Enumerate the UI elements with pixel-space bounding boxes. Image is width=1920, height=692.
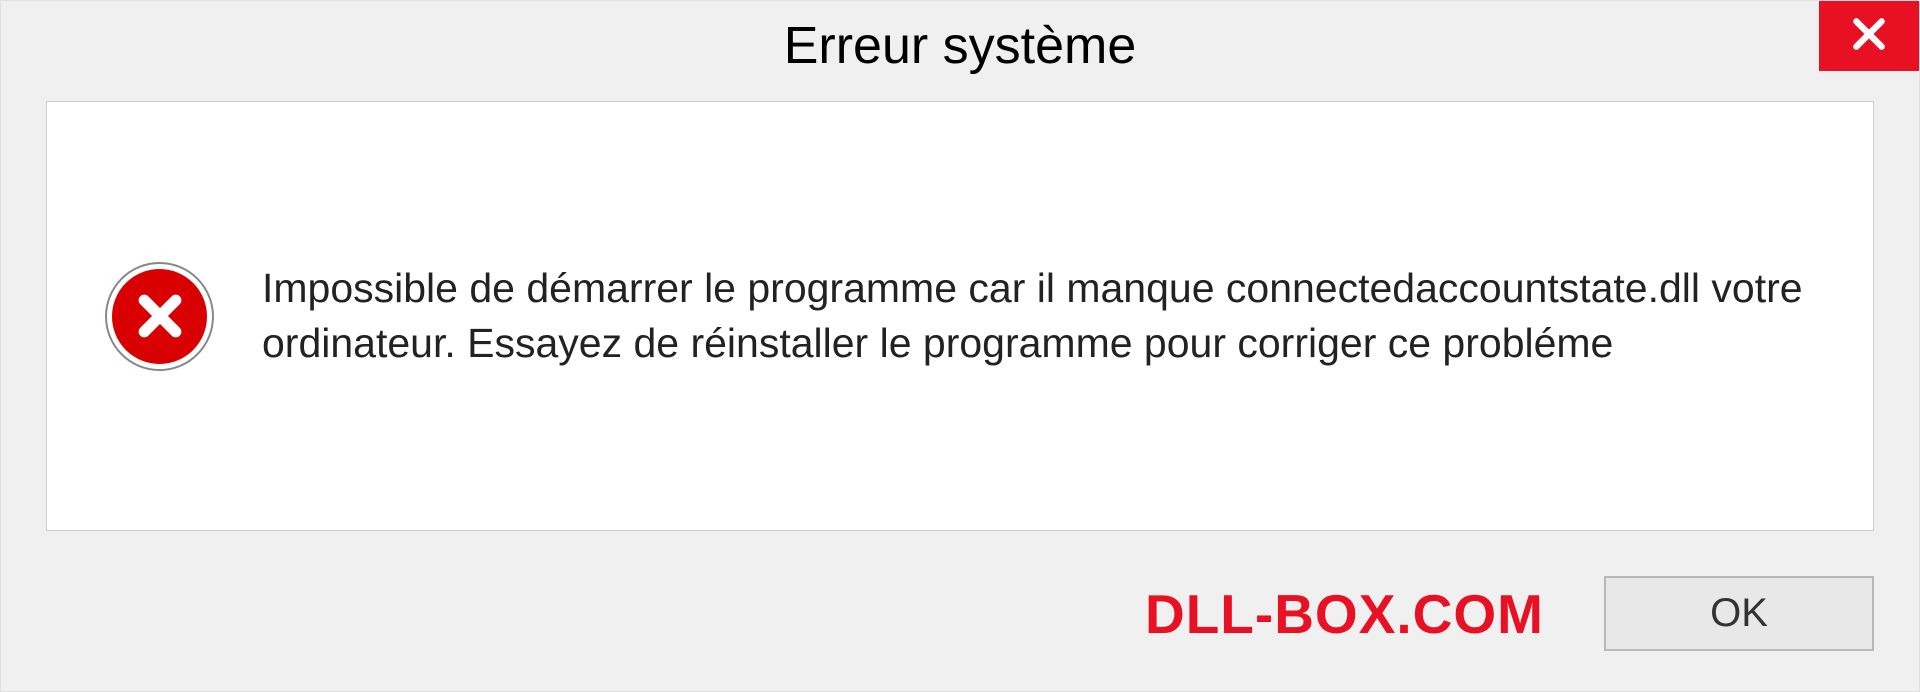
close-button[interactable] <box>1819 1 1919 71</box>
watermark-text: DLL-BOX.COM <box>1145 582 1544 646</box>
error-dialog: Erreur système Impossible de démarrer le… <box>0 0 1920 692</box>
content-area: Impossible de démarrer le programme car … <box>46 101 1874 531</box>
ok-button-label: OK <box>1710 591 1768 636</box>
close-icon <box>1850 15 1888 58</box>
dialog-title: Erreur système <box>784 16 1137 76</box>
dialog-footer: DLL-BOX.COM OK <box>1 551 1919 691</box>
error-message: Impossible de démarrer le programme car … <box>262 261 1813 372</box>
ok-button[interactable]: OK <box>1604 576 1874 651</box>
error-icon <box>107 264 212 369</box>
title-bar: Erreur système <box>1 1 1919 91</box>
